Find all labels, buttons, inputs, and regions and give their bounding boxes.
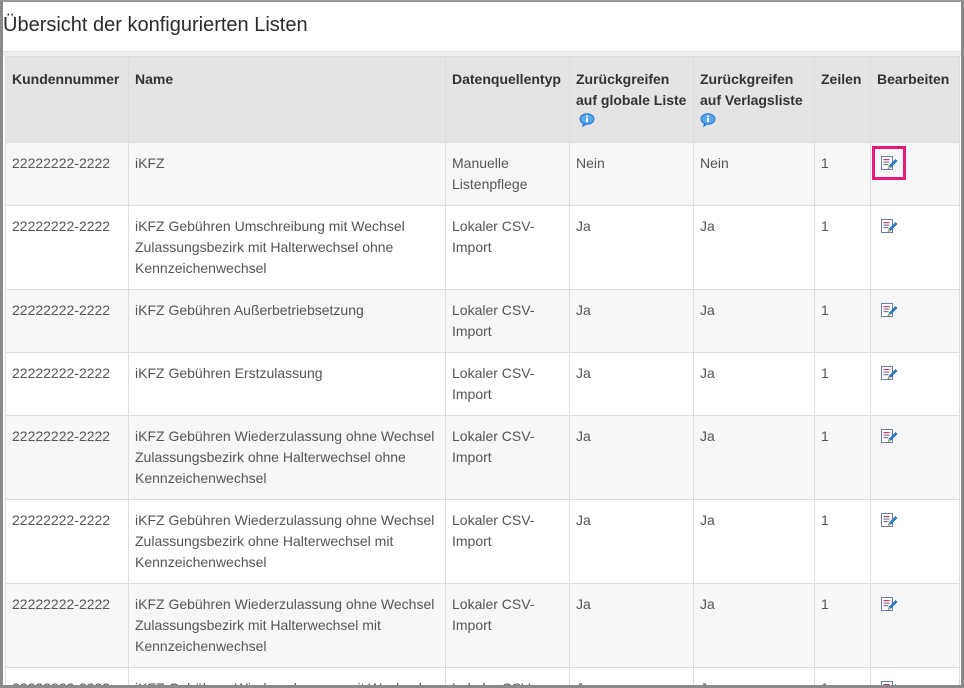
cell-edit: [870, 352, 960, 416]
cell-edit: [870, 415, 960, 500]
edit-icon[interactable]: [880, 364, 898, 382]
table-row: 22222222-2222 iKFZ Gebühren Außerbetriebs…: [5, 289, 960, 353]
cell-publisher-fallback: Ja: [693, 667, 815, 685]
cell-global-fallback: Ja: [569, 289, 694, 353]
cell-edit: [870, 289, 960, 353]
cell-global-fallback: Ja: [569, 352, 694, 416]
cell-edit: [870, 499, 960, 584]
cell-customer-no: 22222222-2222: [5, 205, 129, 290]
cell-publisher-fallback: Ja: [693, 205, 815, 290]
cell-customer-no: 22222222-2222: [5, 415, 129, 500]
header-source-type[interactable]: Datenquellentyp: [445, 56, 570, 143]
cell-source-type: Lokaler CSV-Import: [445, 583, 570, 668]
header-name[interactable]: Name: [128, 56, 446, 143]
cell-edit: [870, 583, 960, 668]
cell-name: iKFZ Gebühren Wiederzulassung mit Wechse…: [128, 667, 446, 685]
cell-edit: [870, 205, 960, 290]
cell-name: iKFZ Gebühren Wiederzulassung ohne Wechs…: [128, 583, 446, 668]
edit-icon[interactable]: [880, 511, 898, 529]
cell-publisher-fallback: Ja: [693, 499, 815, 584]
table-row: 22222222-2222 iKFZ Manuelle Listenpflege Ne…: [5, 142, 960, 206]
cell-rows: 1: [814, 415, 871, 500]
cell-rows: 1: [814, 583, 871, 668]
edit-icon[interactable]: [880, 679, 898, 685]
edit-icon[interactable]: [872, 146, 906, 180]
header-global-fallback[interactable]: Zurückgreifen auf globale Liste: [569, 56, 694, 143]
cell-publisher-fallback: Ja: [693, 415, 815, 500]
cell-rows: 1: [814, 142, 871, 206]
cell-rows: 1: [814, 205, 871, 290]
app-window: Übersicht der konfigurierten Listen Kund…: [0, 0, 964, 688]
edit-icon[interactable]: [880, 427, 898, 445]
cell-rows: 1: [814, 499, 871, 584]
cell-name: iKFZ Gebühren Umschreibung mit Wechsel Z…: [128, 205, 446, 290]
cell-global-fallback: Ja: [569, 583, 694, 668]
cell-name: iKFZ: [128, 142, 446, 206]
cell-name: iKFZ Gebühren Außerbetriebsetzung: [128, 289, 446, 353]
table-row: 22222222-2222 iKFZ Gebühren Erstzulassung…: [5, 352, 960, 416]
cell-customer-no: 22222222-2222: [5, 142, 129, 206]
cell-global-fallback: Ja: [569, 205, 694, 290]
cell-publisher-fallback: Ja: [693, 583, 815, 668]
cell-rows: 1: [814, 667, 871, 685]
info-icon[interactable]: [700, 113, 716, 134]
cell-rows: 1: [814, 352, 871, 416]
table-header-row: Kundennummer Name Datenquellentyp Zurück…: [5, 56, 960, 143]
cell-publisher-fallback: Nein: [693, 142, 815, 206]
header-publisher-fallback-label: Zurückgreifen auf Verlagsliste: [700, 71, 803, 108]
cell-name: iKFZ Gebühren Wiederzulassung ohne Wechs…: [128, 499, 446, 584]
edit-icon[interactable]: [880, 217, 898, 235]
header-rows[interactable]: Zeilen: [814, 56, 871, 143]
cell-customer-no: 22222222-2222: [5, 289, 129, 353]
table-row: 22222222-2222 iKFZ Gebühren Wiederzulassu…: [5, 499, 960, 584]
cell-global-fallback: Nein: [569, 142, 694, 206]
table-row: 22222222-2222 iKFZ Gebühren Umschreibung …: [5, 205, 960, 290]
cell-source-type: Lokaler CSV-Import: [445, 205, 570, 290]
cell-source-type: Manuelle Listenpflege: [445, 142, 570, 206]
cell-source-type: Lokaler CSV-Import: [445, 289, 570, 353]
cell-name: iKFZ Gebühren Wiederzulassung ohne Wechs…: [128, 415, 446, 500]
table-row: 22222222-2222 iKFZ Gebühren Wiederzulassu…: [5, 415, 960, 500]
cell-global-fallback: Ja: [569, 499, 694, 584]
header-publisher-fallback[interactable]: Zurückgreifen auf Verlagsliste: [693, 56, 815, 143]
cell-global-fallback: Ja: [569, 667, 694, 685]
edit-icon[interactable]: [880, 595, 898, 613]
cell-edit: [870, 667, 960, 685]
cell-source-type: Lokaler CSV-Import: [445, 499, 570, 584]
cell-publisher-fallback: Ja: [693, 289, 815, 353]
header-global-fallback-label: Zurückgreifen auf globale Liste: [576, 71, 687, 108]
cell-source-type: Lokaler CSV-: [445, 667, 570, 685]
configured-lists-table: Kundennummer Name Datenquellentyp Zurück…: [5, 56, 960, 685]
cell-rows: 1: [814, 289, 871, 353]
cell-customer-no: 22222222-2222: [5, 352, 129, 416]
cell-publisher-fallback: Ja: [693, 352, 815, 416]
info-icon[interactable]: [579, 113, 595, 134]
header-customer-no[interactable]: Kundennummer: [5, 56, 129, 143]
cell-customer-no: 22222222-2222: [5, 667, 129, 685]
cell-customer-no: 22222222-2222: [5, 583, 129, 668]
cell-name: iKFZ Gebühren Erstzulassung: [128, 352, 446, 416]
cell-source-type: Lokaler CSV-Import: [445, 352, 570, 416]
cell-edit: [870, 142, 960, 206]
edit-icon[interactable]: [880, 301, 898, 319]
page-title: Übersicht der konfigurierten Listen: [3, 14, 308, 36]
cell-global-fallback: Ja: [569, 415, 694, 500]
cell-customer-no: 22222222-2222: [5, 499, 129, 584]
table-body: 22222222-2222 iKFZ Manuelle Listenpflege Ne…: [5, 142, 960, 685]
table-row: 22222222-2222 iKFZ Gebühren Wiederzulassu…: [5, 667, 960, 685]
header-edit: Bearbeiten: [870, 56, 960, 143]
cell-source-type: Lokaler CSV-Import: [445, 415, 570, 500]
table-row: 22222222-2222 iKFZ Gebühren Wiederzulassu…: [5, 583, 960, 668]
